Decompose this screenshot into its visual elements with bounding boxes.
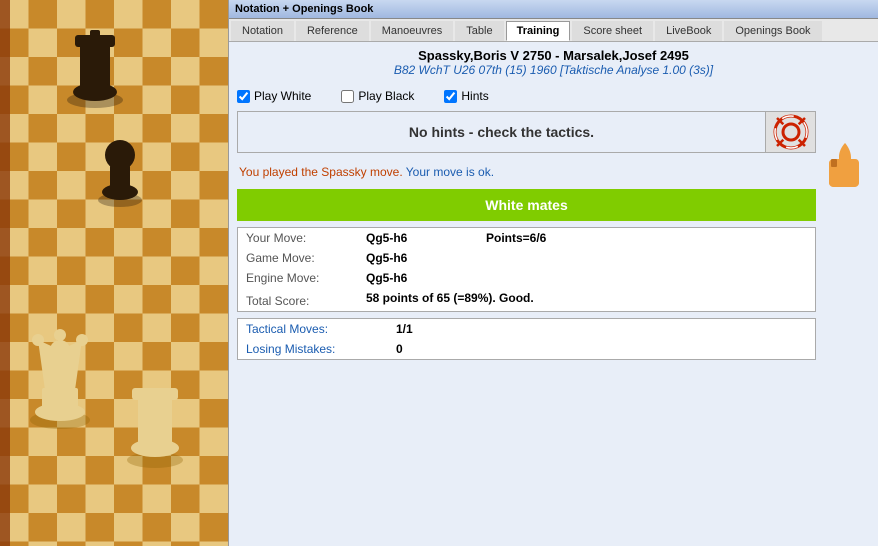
play-white-label: Play White (254, 89, 311, 103)
total-score-label: Total Score: (238, 288, 358, 311)
hints-checkbox[interactable]: Hints (444, 89, 488, 103)
tab-bar: Notation Reference Manoeuvres Table Trai… (229, 19, 878, 42)
game-move-row: Game Move: Qg5-h6 (238, 248, 815, 268)
losing-mistakes-row: Losing Mistakes: 0 (238, 339, 815, 359)
tab-table[interactable]: Table (455, 21, 503, 41)
checkboxes-row: Play White Play Black Hints (237, 87, 816, 105)
total-score-value: 58 points of 65 (=89%). Good. (358, 288, 815, 311)
your-move-points: Points=6/6 (478, 228, 815, 248)
stats-table: Tactical Moves: 1/1 Losing Mistakes: 0 (237, 318, 816, 360)
tab-notation[interactable]: Notation (231, 21, 294, 41)
tab-manoeuvres[interactable]: Manoeuvres (371, 21, 454, 41)
hints-input[interactable] (444, 90, 457, 103)
match-header: Spassky,Boris V 2750 - Marsalek,Josef 24… (237, 48, 870, 77)
tactical-moves-label: Tactical Moves: (238, 319, 388, 339)
game-move-label: Game Move: (238, 248, 358, 268)
title-bar: Notation + Openings Book (229, 0, 878, 19)
mates-bar: White mates (237, 189, 816, 221)
hints-label: Hints (461, 89, 488, 103)
play-black-checkbox[interactable]: Play Black (341, 89, 414, 103)
chess-board (0, 0, 228, 546)
tab-training[interactable]: Training (506, 21, 571, 41)
panel-with-icons: Play White Play Black Hints No hints - c… (237, 81, 870, 360)
thumbs-up-icon (825, 141, 865, 201)
tactical-moves-row: Tactical Moves: 1/1 (238, 319, 815, 339)
your-move-row: Your Move: Qg5-h6 Points=6/6 (238, 228, 815, 248)
score-table: Your Move: Qg5-h6 Points=6/6 Game Move: … (237, 227, 816, 312)
hint-box: No hints - check the tactics. (237, 111, 816, 153)
play-black-label: Play Black (358, 89, 414, 103)
feedback-part2: Your move is ok. (406, 165, 494, 179)
your-move-label: Your Move: (238, 228, 358, 248)
tab-reference[interactable]: Reference (296, 21, 369, 41)
match-subtitle: B82 WchT U26 07th (15) 1960 [Taktische A… (237, 63, 870, 77)
engine-move-value: Qg5-h6 (358, 268, 478, 288)
right-panel: Notation + Openings Book Notation Refere… (228, 0, 878, 546)
tab-scoresheet[interactable]: Score sheet (572, 21, 653, 41)
play-white-checkbox[interactable]: Play White (237, 89, 311, 103)
engine-move-row: Engine Move: Qg5-h6 (238, 268, 815, 288)
losing-mistakes-label: Losing Mistakes: (238, 339, 388, 359)
play-black-input[interactable] (341, 90, 354, 103)
match-title: Spassky,Boris V 2750 - Marsalek,Josef 24… (237, 48, 870, 63)
total-score-row: Total Score: 58 points of 65 (=89%). Goo… (238, 288, 815, 311)
hint-icon-button[interactable] (765, 112, 815, 152)
match-subtitle-plain: B82 WchT U26 07th (15) 1960 (394, 63, 560, 77)
your-move-value: Qg5-h6 (358, 228, 478, 248)
game-move-value: Qg5-h6 (358, 248, 478, 268)
tab-livebook[interactable]: LiveBook (655, 21, 722, 41)
panel-main: Play White Play Black Hints No hints - c… (237, 81, 816, 360)
feedback-part1: You played the Spassky move. (239, 165, 406, 179)
content-area: Spassky,Boris V 2750 - Marsalek,Josef 24… (229, 42, 878, 546)
tactical-moves-value: 1/1 (388, 319, 815, 339)
title-bar-label: Notation + Openings Book (235, 3, 373, 15)
feedback-text: You played the Spassky move. Your move i… (237, 159, 816, 185)
losing-mistakes-value: 0 (388, 339, 815, 359)
hint-text: No hints - check the tactics. (238, 112, 765, 152)
engine-move-label: Engine Move: (238, 268, 358, 288)
tab-openingsbook[interactable]: Openings Book (724, 21, 821, 41)
lifesaver-icon (773, 114, 809, 150)
play-white-input[interactable] (237, 90, 250, 103)
panel-icons (820, 81, 870, 360)
match-subtitle-italic: [Taktische Analyse 1.00 (3s)] (560, 63, 713, 77)
